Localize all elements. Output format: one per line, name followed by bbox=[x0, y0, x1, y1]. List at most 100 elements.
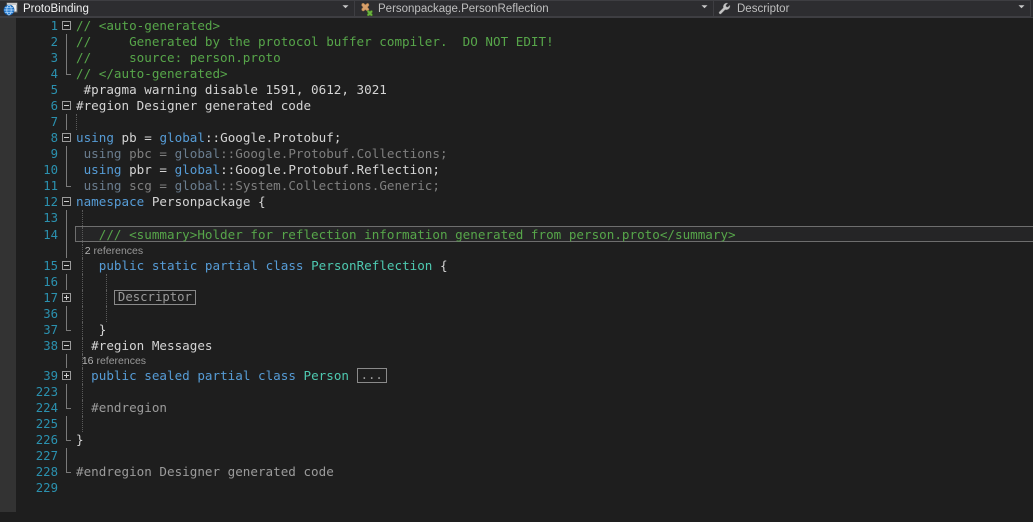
outlining-glyph-expand[interactable] bbox=[58, 368, 76, 384]
type-dropdown-label: Personpackage.PersonReflection bbox=[378, 2, 549, 15]
codelens-count: 16 bbox=[81, 355, 94, 367]
outlining-guide-end bbox=[58, 66, 76, 82]
codelens-references[interactable]: 2 references bbox=[16, 244, 1033, 258]
outlining-guide-end bbox=[58, 400, 76, 416]
outlining-guide-end bbox=[58, 178, 76, 194]
glyph-margin bbox=[58, 480, 76, 496]
line-number: 3 bbox=[50, 51, 58, 65]
line-number: 14 bbox=[43, 228, 58, 242]
line-number: 7 bbox=[50, 115, 58, 129]
outlining-guide bbox=[58, 354, 76, 368]
line-number: 10 bbox=[43, 163, 58, 177]
code-line[interactable]: 12 namespace Personpackage { bbox=[16, 194, 1033, 210]
outlining-guide bbox=[58, 226, 76, 244]
line-number: 9 bbox=[50, 147, 58, 161]
code-line[interactable]: 1 // <auto-generated> bbox=[16, 18, 1033, 34]
code-line[interactable]: 4 // </auto-generated> bbox=[16, 66, 1033, 82]
codelens-text[interactable]: 16 references bbox=[76, 354, 146, 368]
type-dropdown[interactable]: Personpackage.PersonReflection bbox=[354, 0, 714, 17]
line-number: 13 bbox=[43, 211, 58, 225]
code-line[interactable]: 226 } bbox=[16, 432, 1033, 448]
code-line[interactable]: 229 bbox=[16, 480, 1033, 496]
code-line[interactable]: 13 bbox=[16, 210, 1033, 226]
line-content: } bbox=[76, 322, 107, 338]
chevron-down-icon[interactable] bbox=[1015, 1, 1028, 16]
outlining-glyph[interactable] bbox=[58, 130, 76, 146]
code-line[interactable]: 2 // Generated by the protocol buffer co… bbox=[16, 34, 1033, 50]
line-number: 39 bbox=[43, 369, 58, 383]
line-number: 228 bbox=[35, 465, 58, 479]
code-line[interactable]: 8 using pb = global::Google.Protobuf; bbox=[16, 130, 1033, 146]
chevron-down-icon[interactable] bbox=[339, 1, 352, 16]
line-content: #endregion bbox=[76, 400, 167, 416]
outlining-glyph[interactable] bbox=[58, 18, 76, 34]
code-line[interactable]: 39 public sealed partial class Person ..… bbox=[16, 368, 1033, 384]
code-line[interactable]: 228 #endregion Designer generated code bbox=[16, 464, 1033, 480]
line-number: 2 bbox=[50, 35, 58, 49]
line-number: 38 bbox=[43, 339, 58, 353]
outlining-glyph[interactable] bbox=[58, 338, 76, 354]
line-content: #region Messages bbox=[76, 338, 213, 354]
navigation-bar: ProtoBinding Personpackage.PersonReflect… bbox=[0, 0, 1033, 18]
line-content: // Generated by the protocol buffer comp… bbox=[76, 34, 554, 49]
line-number: 16 bbox=[43, 275, 58, 289]
line-number: 12 bbox=[43, 195, 58, 209]
code-line[interactable]: 5 #pragma warning disable 1591, 0612, 30… bbox=[16, 82, 1033, 98]
outlining-guide bbox=[58, 34, 76, 50]
line-content: using pbc = global::Google.Protobuf.Coll… bbox=[76, 146, 448, 161]
code-line[interactable]: 16 bbox=[16, 274, 1033, 290]
outlining-glyph[interactable] bbox=[58, 258, 76, 274]
line-number: 6 bbox=[50, 99, 58, 113]
outlining-guide bbox=[58, 50, 76, 66]
line-content: /// <summary>Holder for reflection infor… bbox=[75, 226, 1033, 243]
codelens-word: references bbox=[93, 245, 144, 257]
code-line[interactable]: 9 using pbc = global::Google.Protobuf.Co… bbox=[16, 146, 1033, 162]
line-number: 1 bbox=[50, 19, 58, 33]
line-content: using pbr = global::Google.Protobuf.Refl… bbox=[76, 162, 440, 177]
line-content: // source: person.proto bbox=[76, 50, 281, 65]
outlining-guide-end bbox=[58, 464, 76, 480]
line-number: 226 bbox=[35, 433, 58, 447]
outlining-glyph[interactable] bbox=[58, 194, 76, 210]
collapsed-region-descriptor[interactable]: Descriptor bbox=[113, 290, 196, 305]
chevron-down-icon[interactable] bbox=[698, 1, 711, 16]
code-line[interactable]: 225 bbox=[16, 416, 1033, 432]
web-project-icon bbox=[3, 1, 19, 16]
line-number: 37 bbox=[43, 323, 58, 337]
code-editor[interactable]: 1 // <auto-generated> 2 // Generated by … bbox=[0, 18, 1033, 522]
code-line[interactable]: 223 bbox=[16, 384, 1033, 400]
code-line[interactable]: 224 #endregion bbox=[16, 400, 1033, 416]
outlining-glyph-expand[interactable] bbox=[58, 290, 76, 306]
code-line[interactable]: 17 Descriptor bbox=[16, 290, 1033, 306]
code-line[interactable]: 38 #region Messages bbox=[16, 338, 1033, 354]
member-dropdown[interactable]: Descriptor bbox=[713, 0, 1031, 17]
outlining-guide bbox=[58, 416, 76, 432]
line-number: 229 bbox=[35, 481, 58, 495]
codelens-word: references bbox=[96, 355, 147, 367]
glyph-margin bbox=[58, 82, 76, 98]
project-dropdown[interactable]: ProtoBinding bbox=[0, 0, 355, 17]
code-line[interactable]: 10 using pbr = global::Google.Protobuf.R… bbox=[16, 162, 1033, 178]
code-line[interactable]: 227 bbox=[16, 448, 1033, 464]
codelens-references[interactable]: 16 references bbox=[16, 354, 1033, 368]
outlining-guide bbox=[58, 384, 76, 400]
collapsed-region-class-body[interactable]: ... bbox=[356, 368, 387, 383]
line-number: 4 bbox=[50, 67, 58, 81]
line-number: 5 bbox=[50, 83, 58, 97]
code-line[interactable]: 36 bbox=[16, 306, 1033, 322]
code-line[interactable]: 7 bbox=[16, 114, 1033, 130]
outlining-glyph[interactable] bbox=[58, 98, 76, 114]
code-line[interactable]: 15 public static partial class PersonRef… bbox=[16, 258, 1033, 274]
line-number: 11 bbox=[43, 179, 58, 193]
code-line[interactable]: 3 // source: person.proto bbox=[16, 50, 1033, 66]
line-content: namespace Personpackage { bbox=[76, 194, 266, 209]
outlining-guide bbox=[58, 146, 76, 162]
codelens-text[interactable]: 2 references bbox=[76, 244, 143, 258]
code-text-area[interactable]: 1 // <auto-generated> 2 // Generated by … bbox=[16, 18, 1033, 522]
line-number: 223 bbox=[35, 385, 58, 399]
code-line-current[interactable]: 14 /// <summary>Holder for reflection in… bbox=[16, 226, 1033, 244]
code-line[interactable]: 37 } bbox=[16, 322, 1033, 338]
indicator-margin bbox=[0, 18, 16, 512]
code-line[interactable]: 11 using scg = global::System.Collection… bbox=[16, 178, 1033, 194]
code-line[interactable]: 6 #region Designer generated code bbox=[16, 98, 1033, 114]
